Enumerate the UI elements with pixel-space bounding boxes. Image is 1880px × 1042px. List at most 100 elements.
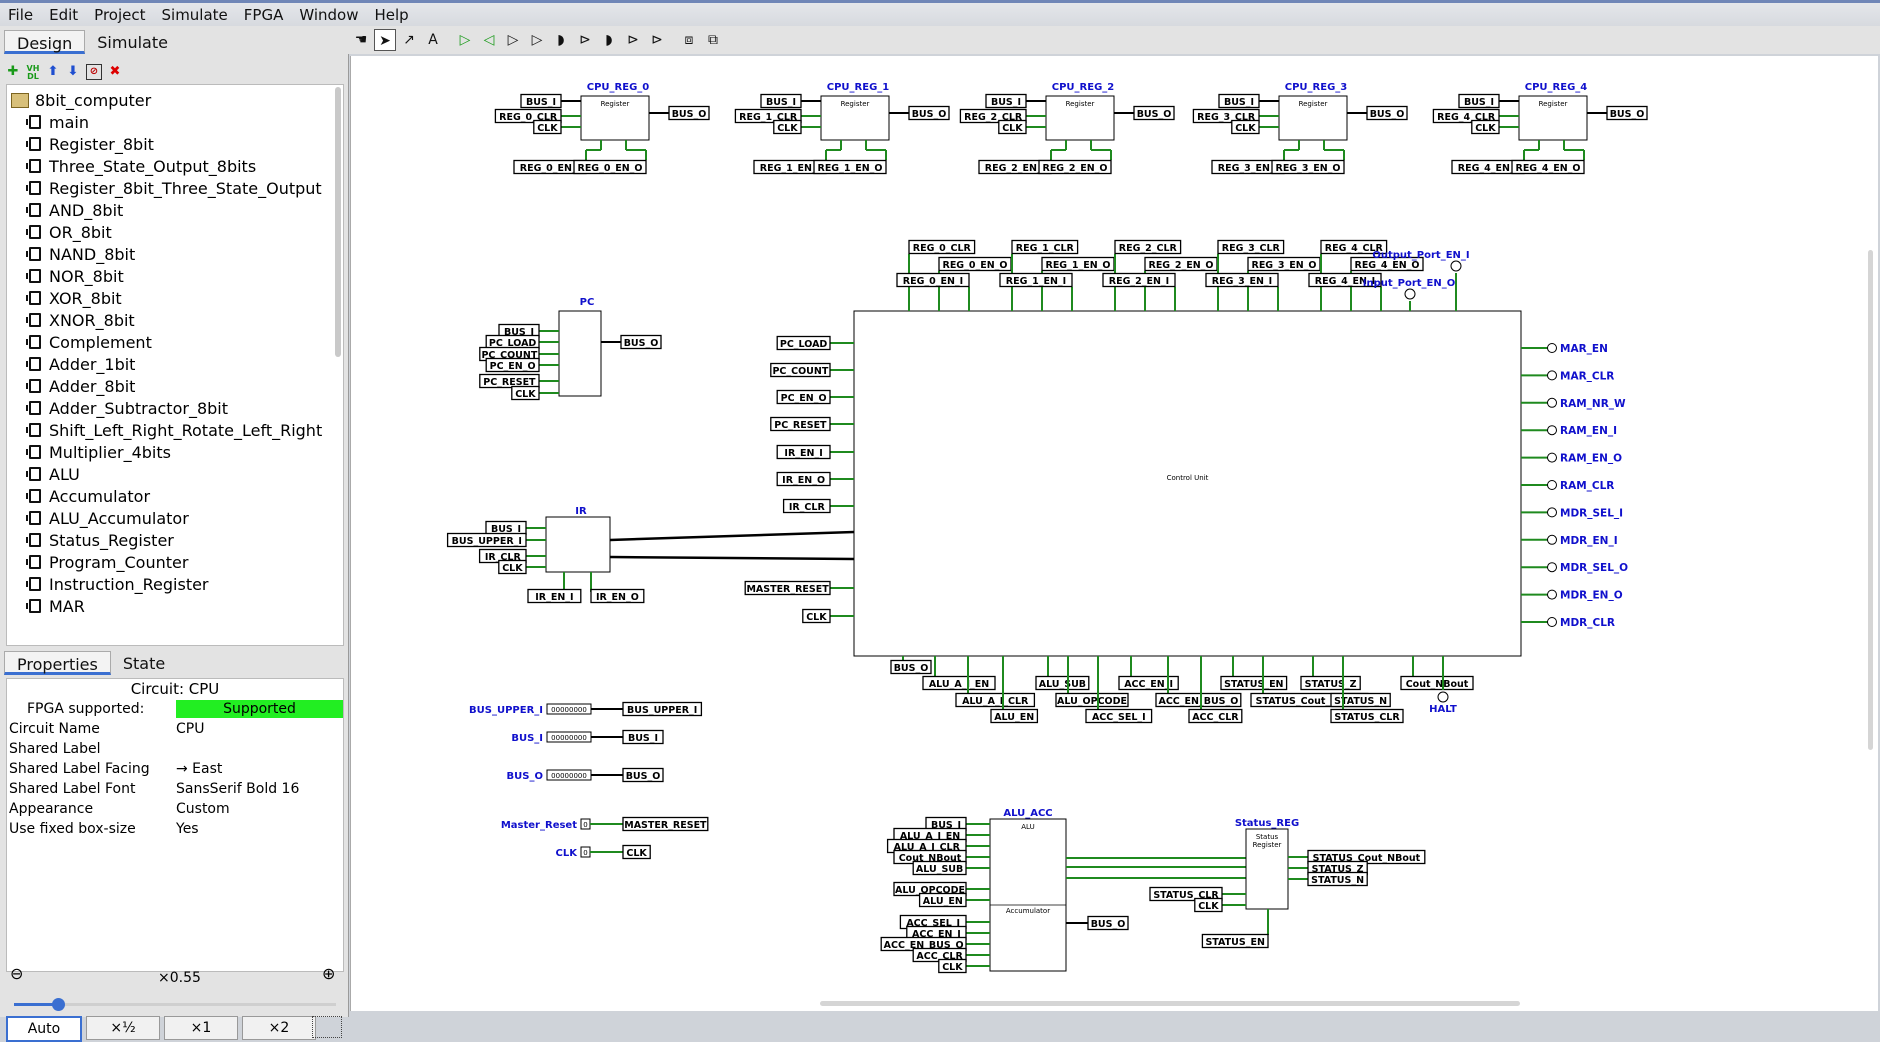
ir-component: [545, 516, 611, 573]
pointer-icon[interactable]: ➤: [374, 29, 396, 51]
tab-state[interactable]: State: [111, 651, 177, 675]
text-icon[interactable]: A: [422, 29, 444, 51]
property-row[interactable]: Use fixed box-size Yes: [7, 819, 343, 839]
tree-item[interactable]: XNOR_8bit: [26, 309, 135, 331]
bus-i-tunnel: BUS_I: [1464, 97, 1494, 108]
property-row[interactable]: Appearance Custom: [7, 799, 343, 819]
property-value[interactable]: SansSerif Bold 16: [176, 779, 299, 799]
property-row[interactable]: Shared Label Facing → East: [7, 759, 343, 779]
input-pin-icon[interactable]: ▷: [454, 29, 476, 51]
input-tunnel: CLK: [626, 848, 647, 859]
canvas-horizontal-scrollbar[interactable]: [820, 1001, 1520, 1006]
cu-output-label: RAM_NR_W: [1560, 398, 1626, 410]
tree-item[interactable]: Status_Register: [26, 529, 174, 551]
ir-en-i: IR_EN_I: [535, 592, 573, 603]
tree-item[interactable]: Adder_1bit: [26, 353, 135, 375]
en-o-tunnel: REG_2_EN_O: [1043, 163, 1108, 174]
tree-item[interactable]: NOR_8bit: [26, 265, 124, 287]
tree-item[interactable]: XOR_8bit: [26, 287, 122, 309]
output-pin: [1547, 562, 1557, 573]
xor-gate-icon[interactable]: ⊳: [646, 29, 668, 51]
property-row[interactable]: Circuit Name CPU: [7, 719, 343, 739]
tree-item[interactable]: Adder_Subtractor_8bit: [26, 397, 228, 419]
output-pin-icon[interactable]: ◁: [478, 29, 500, 51]
property-value[interactable]: → East: [176, 759, 222, 779]
zoom-button[interactable]: Auto: [6, 1016, 82, 1042]
nand-gate-icon[interactable]: ◗: [598, 29, 620, 51]
tree-item[interactable]: Register_8bit_Three_State_Output: [26, 177, 322, 199]
menu-file[interactable]: File: [0, 6, 41, 24]
tree-item[interactable]: MAR: [26, 595, 85, 617]
zoom-button[interactable]: ×½: [86, 1016, 160, 1040]
add-circuit-icon[interactable]: ✚: [6, 65, 20, 79]
circuit-canvas[interactable]: CPU_REG_0 Register BUS_I REG_0_CLR CLK BUS_O R…: [350, 56, 1878, 1011]
tree-item[interactable]: Three_State_Output_8bits: [26, 155, 256, 177]
menu-help[interactable]: Help: [367, 6, 417, 24]
property-row[interactable]: Shared Label Font SansSerif Bold 16: [7, 779, 343, 799]
bus-o-tunnel: BUS_O: [1370, 109, 1405, 120]
port-pin: [1450, 260, 1462, 272]
zoom-slider-handle[interactable]: [52, 998, 65, 1011]
vhdl-icon[interactable]: VH DL: [26, 65, 40, 81]
property-row[interactable]: FPGA supported: Supported: [7, 699, 343, 719]
tree-item[interactable]: ALU_Accumulator: [26, 507, 189, 529]
tree-item[interactable]: AND_8bit: [26, 199, 123, 221]
zoom-button[interactable]: ×2: [242, 1016, 316, 1040]
cu-top-tunnel: REG_1_EN_O: [1046, 260, 1111, 271]
en-i-tunnel: REG_4_EN_I: [1458, 163, 1518, 174]
tree-item[interactable]: Adder_8bit: [26, 375, 135, 397]
property-value[interactable]: Custom: [176, 799, 230, 819]
hand-icon[interactable]: ☚: [350, 29, 372, 51]
tree-item[interactable]: Instruction_Register: [26, 573, 209, 595]
tab-properties[interactable]: Properties: [4, 651, 111, 675]
canvas-vertical-scrollbar[interactable]: [1868, 250, 1873, 750]
tree-item[interactable]: NAND_8bit: [26, 243, 135, 265]
menu-project[interactable]: Project: [86, 6, 153, 24]
menu-edit[interactable]: Edit: [41, 6, 86, 24]
zoom-in-icon[interactable]: ⊕: [322, 964, 335, 983]
tree-item[interactable]: OR_8bit: [26, 221, 112, 243]
tree-item[interactable]: Shift_Left_Right_Rotate_Left_Right: [26, 419, 322, 441]
menu-simulate[interactable]: Simulate: [154, 6, 236, 24]
tree-toolbar: ✚ VH DL ⬆ ⬇ ⊘ ✖: [6, 62, 122, 82]
property-row[interactable]: Shared Label: [7, 739, 343, 759]
tree-scrollbar[interactable]: [335, 87, 341, 357]
schematic[interactable]: CPU_REG_0 Register BUS_I REG_0_CLR CLK BUS_O R…: [351, 56, 1878, 1011]
circuit-icon: [26, 599, 41, 613]
property-value[interactable]: CPU: [176, 719, 204, 739]
tree-item[interactable]: Multiplier_4bits: [26, 441, 171, 463]
move-down-icon[interactable]: ⬇: [66, 65, 80, 79]
tree-root[interactable]: 8bit_computer: [11, 89, 151, 111]
nor-gate-icon[interactable]: ⊳: [622, 29, 644, 51]
tree-item[interactable]: Complement: [26, 331, 152, 353]
tree-item[interactable]: Accumulator: [26, 485, 150, 507]
appearance-icon[interactable]: ⧉: [702, 29, 724, 51]
cu-bottom-tunnel: ALU_EN: [994, 712, 1034, 723]
cu-bottom-tunnel: STATUS_CLR: [1334, 712, 1400, 723]
grid-toggle-icon[interactable]: [312, 1016, 342, 1038]
tree-item-label: XNOR_8bit: [49, 310, 135, 330]
wire-icon[interactable]: ↗: [398, 29, 420, 51]
property-value[interactable]: Yes: [176, 819, 199, 839]
not-gate-icon[interactable]: ▷: [502, 29, 524, 51]
menu-fpga[interactable]: FPGA: [236, 6, 292, 24]
zoom-button[interactable]: ×1: [164, 1016, 238, 1040]
tree-item[interactable]: Register_8bit: [26, 133, 154, 155]
or-gate-icon[interactable]: ⊳: [574, 29, 596, 51]
buffer-icon[interactable]: ▷: [526, 29, 548, 51]
input-pin-label: BUS_UPPER_I: [469, 705, 543, 716]
edit-appearance-icon[interactable]: ⊘: [86, 64, 102, 80]
and-gate-icon[interactable]: ◗: [550, 29, 572, 51]
move-up-icon[interactable]: ⬆: [46, 65, 60, 79]
property-key: Use fixed box-size: [9, 821, 136, 837]
tree-item-label: 8bit_computer: [35, 90, 152, 110]
tree-item[interactable]: Program_Counter: [26, 551, 188, 573]
tree-item[interactable]: main: [26, 111, 89, 133]
tab-simulate[interactable]: Simulate: [85, 30, 180, 54]
tree-item[interactable]: ALU: [26, 463, 80, 485]
zoom-out-icon[interactable]: ⊖: [10, 964, 23, 983]
subcircuit-icon[interactable]: ⧈: [678, 29, 700, 51]
menu-window[interactable]: Window: [291, 6, 366, 24]
delete-icon[interactable]: ✖: [108, 65, 122, 79]
tab-design[interactable]: Design: [4, 30, 86, 54]
